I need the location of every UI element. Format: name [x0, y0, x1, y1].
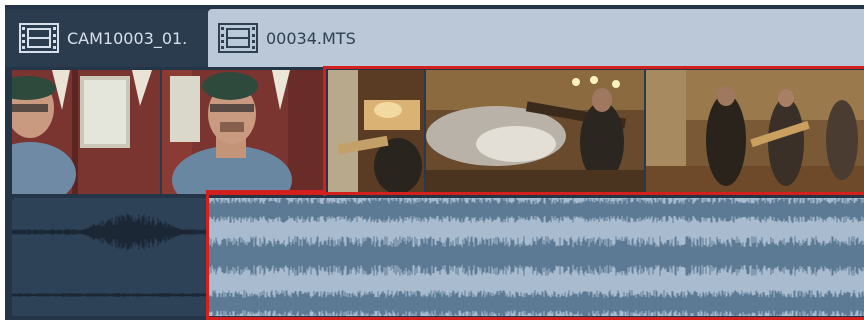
- video-thumbnail: [328, 70, 426, 194]
- clip-name-label: CAM10003_01.: [67, 28, 188, 48]
- audio-waveform-cam10003[interactable]: [12, 198, 208, 316]
- audio-waveform: [12, 213, 208, 297]
- clip-header-cam10003[interactable]: CAM10003_01.: [5, 9, 208, 67]
- video-thumbnail: [12, 70, 162, 194]
- audio-waveform: [208, 198, 864, 316]
- video-clip-cam10003[interactable]: [12, 70, 328, 197]
- film-strip-icon: [218, 23, 258, 53]
- film-strip-icon: [19, 23, 59, 53]
- video-clip-00034[interactable]: [328, 70, 864, 197]
- audio-waveform-00034[interactable]: [208, 198, 864, 316]
- video-thumbnail: [426, 70, 646, 194]
- clip-name-label: 00034.MTS: [266, 28, 356, 48]
- clip-header-00034[interactable]: 00034.MTS: [208, 9, 864, 67]
- video-thumbnail: [646, 70, 864, 194]
- timeline: CAM10003_01. 00034.MTS: [5, 5, 864, 320]
- video-thumbnail: [162, 70, 326, 194]
